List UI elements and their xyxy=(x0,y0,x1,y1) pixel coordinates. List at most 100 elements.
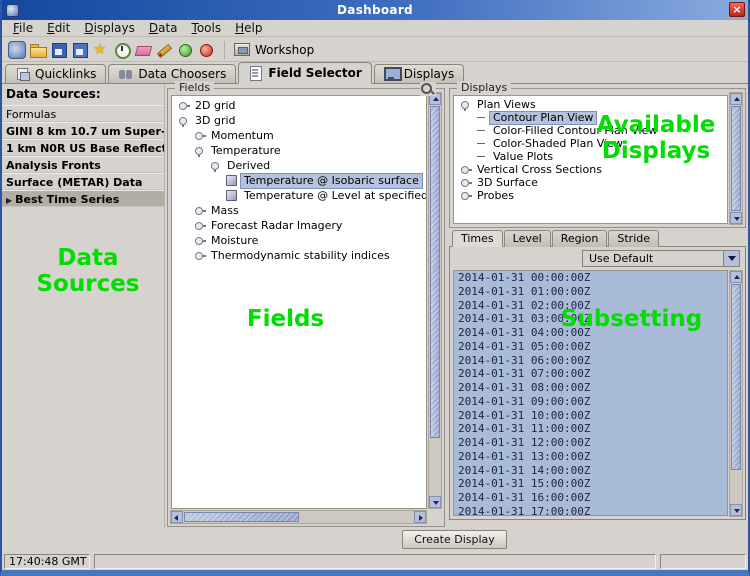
time-item[interactable]: 2014-01-31 11:00:00Z xyxy=(454,422,727,436)
tree-row[interactable]: Vertical Cross Sections xyxy=(454,163,727,176)
search-icon[interactable] xyxy=(420,82,436,96)
scroll-down-icon[interactable] xyxy=(730,504,742,516)
tree-row[interactable]: Temperature xyxy=(172,143,426,158)
time-item[interactable]: 2014-01-31 17:00:00Z xyxy=(454,505,727,516)
cancel-loads-icon[interactable] xyxy=(197,41,215,59)
workshop-button[interactable]: Workshop xyxy=(234,43,314,57)
tree-row[interactable]: Value Plots xyxy=(454,150,727,163)
tree-row[interactable]: 3D grid xyxy=(172,113,426,128)
close-button[interactable]: × xyxy=(729,2,745,17)
expanded-handle-icon[interactable] xyxy=(177,114,190,127)
use-default-combo[interactable]: Use Default xyxy=(582,250,740,267)
tab-field-selector[interactable]: Field Selector xyxy=(238,62,371,84)
scroll-right-icon[interactable] xyxy=(414,511,426,523)
collapsed-handle-icon[interactable] xyxy=(193,249,206,262)
data-source-item[interactable]: ▶Best Time Series xyxy=(2,190,164,207)
collapsed-handle-icon[interactable] xyxy=(193,129,206,142)
data-source-item[interactable]: Surface (METAR) Data xyxy=(2,173,164,190)
favorites-star-icon[interactable] xyxy=(92,41,110,59)
tree-row[interactable]: Contour Plan View xyxy=(454,111,727,124)
subset-tab-region[interactable]: Region xyxy=(552,230,608,247)
time-item[interactable]: 2014-01-31 03:00:00Z xyxy=(454,312,727,326)
tree-row[interactable]: Probes xyxy=(454,189,727,202)
collapsed-handle-icon[interactable] xyxy=(459,189,472,202)
collapsed-handle-icon[interactable] xyxy=(193,234,206,247)
menu-item-tools[interactable]: Tools xyxy=(185,21,229,35)
title-bar[interactable]: Dashboard × xyxy=(2,0,748,20)
time-item[interactable]: 2014-01-31 15:00:00Z xyxy=(454,477,727,491)
subset-tab-times[interactable]: Times xyxy=(452,230,503,247)
data-source-item[interactable]: GINI 8 km 10.7 um Super-N xyxy=(2,122,164,139)
tree-row[interactable]: 3D Surface xyxy=(454,176,727,189)
data-source-item[interactable]: Analysis Fronts xyxy=(2,156,164,173)
tree-row[interactable]: Plan Views xyxy=(454,98,727,111)
tree-row[interactable]: Forecast Radar Imagery xyxy=(172,218,426,233)
tree-row[interactable]: Derived xyxy=(172,158,426,173)
expanded-handle-icon[interactable] xyxy=(459,98,472,111)
time-item[interactable]: 2014-01-31 00:00:00Z xyxy=(454,271,727,285)
tree-row[interactable]: Color-Shaded Plan View xyxy=(454,137,727,150)
tree-row[interactable]: 2D grid xyxy=(172,98,426,113)
times-vertical-scrollbar[interactable] xyxy=(729,270,743,517)
save-bundle-icon[interactable] xyxy=(50,41,68,59)
time-item[interactable]: 2014-01-31 08:00:00Z xyxy=(454,381,727,395)
expanded-handle-icon[interactable] xyxy=(209,159,222,172)
tab-data-choosers[interactable]: Data Choosers xyxy=(108,64,236,83)
displays-vertical-scrollbar[interactable] xyxy=(729,92,743,225)
data-source-item[interactable]: 1 km N0R US Base Reflectivi xyxy=(2,139,164,156)
menu-item-data[interactable]: Data xyxy=(142,21,185,35)
menu-item-displays[interactable]: Displays xyxy=(77,21,142,35)
collapsed-handle-icon[interactable] xyxy=(459,163,472,176)
time-item[interactable]: 2014-01-31 06:00:00Z xyxy=(454,354,727,368)
time-item[interactable]: 2014-01-31 12:00:00Z xyxy=(454,436,727,450)
time-item[interactable]: 2014-01-31 02:00:00Z xyxy=(454,299,727,313)
time-item[interactable]: 2014-01-31 16:00:00Z xyxy=(454,491,727,505)
scroll-down-icon[interactable] xyxy=(730,212,742,224)
tree-row[interactable]: Temperature @ Level at specified pressur… xyxy=(172,188,426,203)
scrollbar-thumb[interactable] xyxy=(184,512,299,522)
collapsed-handle-icon[interactable] xyxy=(459,176,472,189)
fields-vertical-scrollbar[interactable] xyxy=(428,92,442,509)
scroll-up-icon[interactable] xyxy=(730,93,742,105)
time-item[interactable]: 2014-01-31 14:00:00Z xyxy=(454,464,727,478)
subset-tab-stride[interactable]: Stride xyxy=(608,230,659,247)
create-display-button[interactable]: Create Display xyxy=(402,530,507,549)
scroll-down-icon[interactable] xyxy=(429,496,441,508)
idv-logo-icon[interactable] xyxy=(8,41,26,59)
history-clock-icon[interactable] xyxy=(113,41,131,59)
support-request-icon[interactable] xyxy=(176,41,194,59)
tab-displays[interactable]: Displays xyxy=(374,64,464,83)
tree-row[interactable]: Thermodynamic stability indices xyxy=(172,248,426,263)
scrollbar-thumb[interactable] xyxy=(430,106,440,438)
edit-pencil-icon[interactable] xyxy=(155,41,173,59)
time-item[interactable]: 2014-01-31 01:00:00Z xyxy=(454,285,727,299)
time-item[interactable]: 2014-01-31 07:00:00Z xyxy=(454,367,727,381)
menu-item-help[interactable]: Help xyxy=(228,21,269,35)
subset-tab-level[interactable]: Level xyxy=(504,230,551,247)
time-item[interactable]: 2014-01-31 09:00:00Z xyxy=(454,395,727,409)
tree-row[interactable]: Mass xyxy=(172,203,426,218)
expanded-handle-icon[interactable] xyxy=(193,144,206,157)
open-folder-icon[interactable] xyxy=(29,41,47,59)
collapsed-handle-icon[interactable] xyxy=(193,219,206,232)
time-item[interactable]: 2014-01-31 10:00:00Z xyxy=(454,409,727,423)
eraser-icon[interactable] xyxy=(134,41,152,59)
menu-item-file[interactable]: File xyxy=(6,21,40,35)
tree-row[interactable]: Temperature @ Isobaric surface xyxy=(172,173,426,188)
tab-quicklinks[interactable]: Quicklinks xyxy=(5,64,106,83)
time-item[interactable]: 2014-01-31 13:00:00Z xyxy=(454,450,727,464)
scrollbar-thumb[interactable] xyxy=(731,284,741,470)
time-item[interactable]: 2014-01-31 04:00:00Z xyxy=(454,326,727,340)
collapsed-handle-icon[interactable] xyxy=(193,204,206,217)
fields-horizontal-scrollbar[interactable] xyxy=(170,510,427,524)
time-item[interactable]: 2014-01-31 05:00:00Z xyxy=(454,340,727,354)
scroll-up-icon[interactable] xyxy=(730,271,742,283)
data-source-item[interactable]: Formulas xyxy=(2,105,164,122)
scrollbar-thumb[interactable] xyxy=(731,106,741,211)
tree-row[interactable]: Momentum xyxy=(172,128,426,143)
collapsed-handle-icon[interactable] xyxy=(177,99,190,112)
tree-row[interactable]: Color-Filled Contour Plan View xyxy=(454,124,727,137)
tree-row[interactable]: Moisture xyxy=(172,233,426,248)
scroll-left-icon[interactable] xyxy=(171,511,183,523)
save-favorite-icon[interactable] xyxy=(71,41,89,59)
